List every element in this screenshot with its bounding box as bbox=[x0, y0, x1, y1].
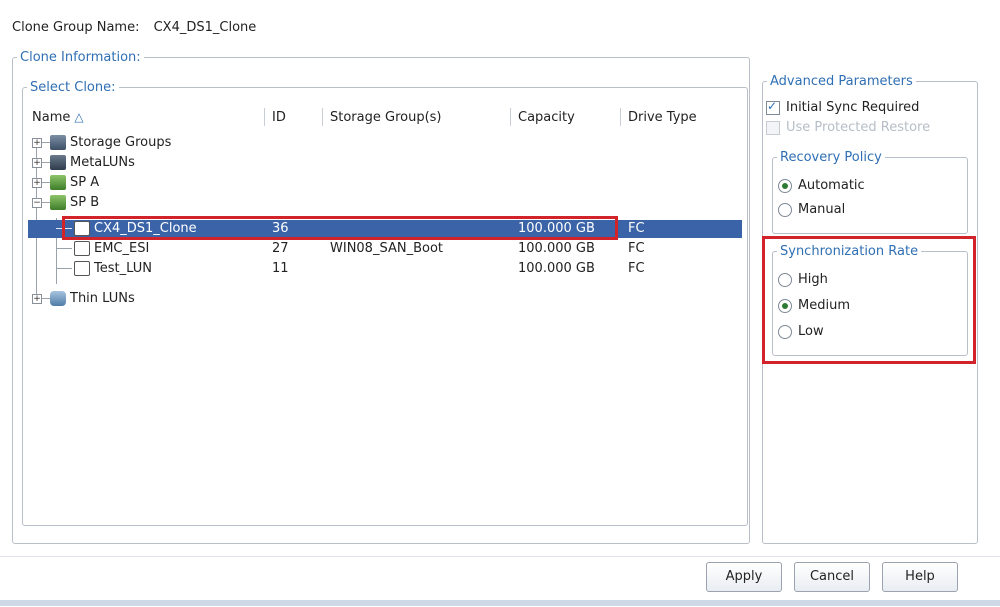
select-clone-legend: Select Clone: bbox=[30, 80, 116, 95]
tree-node-storage-groups[interactable]: + Storage Groups bbox=[28, 134, 742, 152]
clone-group-name-label: Clone Group Name: bbox=[12, 20, 140, 35]
radio-unselected-icon bbox=[778, 202, 792, 217]
storage-group-icon bbox=[50, 135, 66, 150]
recovery-manual-radio[interactable]: Manual bbox=[778, 202, 845, 217]
sort-ascending-icon: △ bbox=[74, 110, 84, 124]
recovery-policy-legend: Recovery Policy bbox=[780, 150, 882, 165]
cancel-button[interactable]: Cancel bbox=[794, 562, 870, 592]
tree-node-thin-luns[interactable]: + Thin LUNs bbox=[28, 290, 742, 308]
expand-icon[interactable]: + bbox=[32, 158, 42, 168]
checkbox-disabled-icon bbox=[766, 120, 780, 135]
column-name-header[interactable]: Name △ bbox=[32, 110, 84, 125]
help-button[interactable]: Help bbox=[882, 562, 958, 592]
tree-row-emc-esi[interactable]: EMC_ESI 27 WIN08_SAN_Boot 100.000 GB FC bbox=[28, 240, 742, 258]
initial-sync-checkbox[interactable]: Initial Sync Required bbox=[766, 99, 919, 115]
metalun-icon bbox=[50, 155, 66, 170]
column-capacity-header[interactable]: Capacity bbox=[518, 110, 575, 125]
expand-icon[interactable]: + bbox=[32, 138, 42, 148]
lun-icon bbox=[74, 261, 90, 276]
thin-lun-icon bbox=[50, 291, 66, 306]
tree-column-header: Name △ ID Storage Group(s) Capacity Drive… bbox=[28, 106, 742, 128]
lun-icon bbox=[74, 241, 90, 256]
bottom-strip bbox=[0, 600, 1000, 606]
clone-group-name-line: Clone Group Name: CX4_DS1_Clone bbox=[12, 20, 256, 35]
selected-lun-highlight bbox=[62, 216, 618, 240]
recovery-automatic-radio[interactable]: Automatic bbox=[778, 178, 865, 193]
column-storage-groups-header[interactable]: Storage Group(s) bbox=[330, 110, 442, 125]
storage-processor-icon bbox=[50, 195, 66, 210]
storage-processor-icon bbox=[50, 175, 66, 190]
apply-button[interactable]: Apply bbox=[706, 562, 782, 592]
clone-tree[interactable]: + Storage Groups + MetaLUNs + SP A − SP … bbox=[28, 132, 742, 516]
collapse-icon[interactable]: − bbox=[32, 198, 42, 208]
expand-icon[interactable]: + bbox=[32, 294, 42, 304]
expand-icon[interactable]: + bbox=[32, 178, 42, 188]
radio-selected-icon bbox=[778, 178, 792, 193]
clone-information-legend: Clone Information: bbox=[20, 50, 141, 65]
clone-dialog: Clone Group Name: CX4_DS1_Clone Clone In… bbox=[0, 0, 1000, 607]
use-protected-restore-checkbox: Use Protected Restore bbox=[766, 120, 930, 135]
checkbox-checked-icon bbox=[766, 99, 780, 115]
column-drive-type-header[interactable]: Drive Type bbox=[628, 110, 697, 125]
tree-node-sp-a[interactable]: + SP A bbox=[28, 174, 742, 192]
tree-row-test-lun[interactable]: Test_LUN 11 100.000 GB FC bbox=[28, 260, 742, 278]
column-id-header[interactable]: ID bbox=[272, 110, 286, 125]
clone-group-name-value: CX4_DS1_Clone bbox=[153, 20, 257, 35]
tree-node-metaluns[interactable]: + MetaLUNs bbox=[28, 154, 742, 172]
tree-node-sp-b[interactable]: − SP B bbox=[28, 194, 742, 212]
sync-rate-highlight bbox=[762, 236, 976, 364]
advanced-parameters-legend: Advanced Parameters bbox=[770, 74, 913, 89]
